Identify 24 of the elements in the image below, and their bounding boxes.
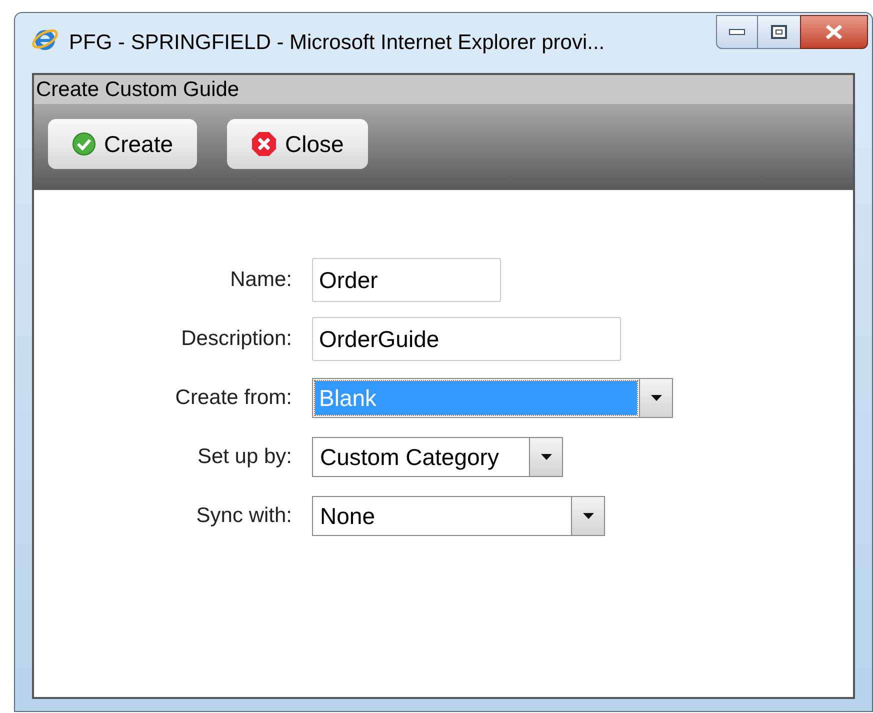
close-icon: [825, 25, 843, 39]
minimize-icon: [729, 29, 745, 35]
close-window-button[interactable]: [800, 15, 868, 49]
caret-icon: [650, 395, 662, 401]
dropdown[interactable]: Custom Category: [312, 437, 563, 477]
field-label: Description:: [180, 326, 293, 352]
input-field[interactable]: Order: [312, 258, 501, 302]
maximize-icon: [771, 25, 787, 39]
field-label: Set up by:: [196, 444, 293, 470]
field-label: Name:: [229, 267, 293, 294]
caret-icon: [582, 513, 594, 519]
caret-icon: [540, 454, 552, 460]
input-field[interactable]: OrderGuide: [312, 317, 621, 361]
maximize-button[interactable]: [758, 15, 800, 49]
check-icon: [72, 132, 96, 156]
window-title: PFG - SPRINGFIELD - Microsoft Internet Explorer provi...: [69, 30, 605, 56]
dropdown[interactable]: None: [312, 496, 605, 536]
dialog-title: Create Custom Guide: [34, 75, 853, 104]
create-button[interactable]: Create: [48, 119, 198, 169]
close-icon: [251, 131, 278, 157]
field-label: Create from:: [174, 385, 293, 412]
field-label: Sync with:: [195, 503, 293, 530]
close-button[interactable]: Close: [227, 119, 368, 169]
minimize-button[interactable]: [716, 15, 758, 49]
